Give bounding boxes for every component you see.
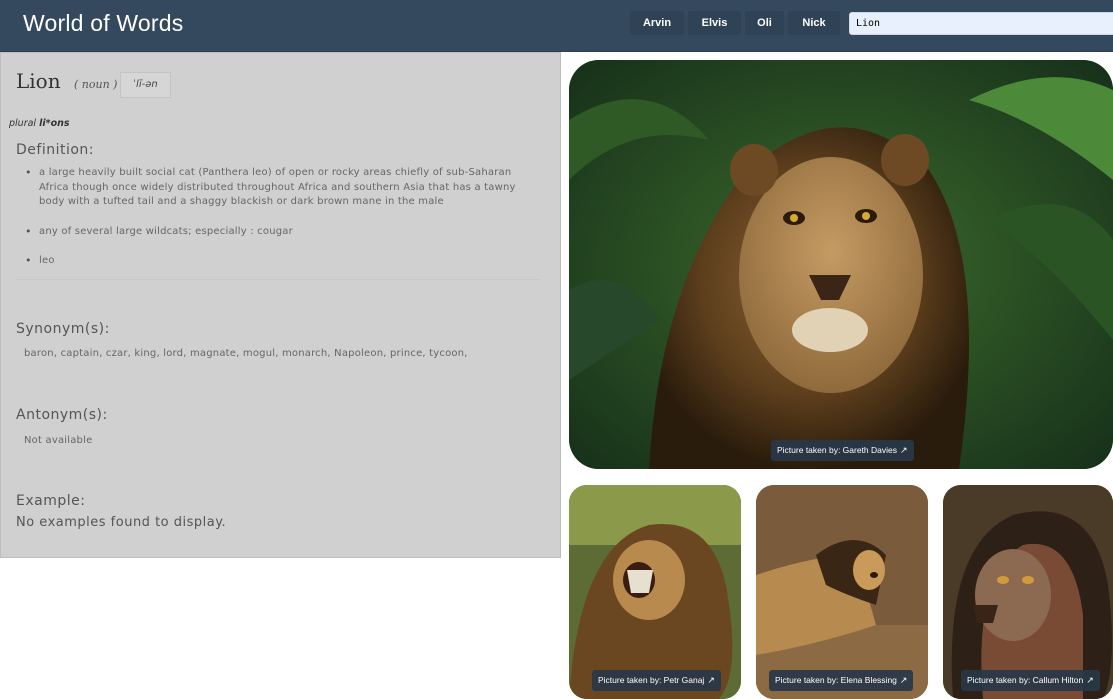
thumb-credit-3[interactable]: Picture taken by: Callum Hilton ↗ [961,670,1100,691]
external-link-icon: ↗ [899,675,908,685]
definition-item: leo [23,254,543,269]
external-link-icon: ↗ [1086,675,1094,685]
plural-word: li*ons [39,118,70,129]
definition-heading: Definition: [16,142,95,158]
external-link-icon: ↗ [900,445,908,455]
standing-lion-image [756,485,928,699]
main-photo-credit-label: Picture taken by: Gareth Davies [777,445,898,455]
thumb-credit-label-1: Picture taken by: Petr Ganaj [598,675,705,685]
lion-thumbnail-2[interactable]: Picture taken by: Elena Blessing ↗ [756,485,928,699]
thumb-credit-label-3: Picture taken by: Callum Hilton [967,675,1084,685]
main-lion-photo: Picture taken by: Gareth Davies ↗ [569,60,1113,469]
antonyms-list: Not available [24,435,93,446]
antonyms-heading: Antonym(s): [16,407,108,423]
roaring-lion-image [569,485,741,699]
thumb-credit-label-2: Picture taken by: Elena Blessing [775,675,897,685]
definition-list: a large heavily built social cat (Panthe… [23,166,543,284]
section-divider [16,279,541,280]
search-input[interactable] [849,12,1113,35]
pronunciation-button[interactable]: ˈlī-ən [120,72,171,98]
nav-link-elvis[interactable]: Elvis [688,11,741,35]
main-lion-image [569,60,1113,469]
main-photo-credit[interactable]: Picture taken by: Gareth Davies ↗ [771,440,914,461]
thumb-credit-1[interactable]: Picture taken by: Petr Ganaj ↗ [592,670,721,691]
lion-thumbnail-3[interactable]: Picture taken by: Callum Hilton ↗ [943,485,1113,699]
word-title: Lion [16,69,61,93]
lion-thumbnail-1[interactable]: Picture taken by: Petr Ganaj ↗ [569,485,741,699]
external-link-icon: ↗ [707,675,715,685]
synonyms-list: baron, captain, czar, king, lord, magnat… [24,348,468,359]
resting-lion-image [943,485,1113,699]
plural-form: plural li*ons [9,118,70,129]
brand-title[interactable]: World of Words [23,10,183,37]
definition-item: a large heavily built social cat (Panthe… [23,166,543,210]
synonyms-heading: Synonym(s): [16,321,110,337]
nav-link-nick[interactable]: Nick [788,11,840,35]
example-heading: Example: [16,493,86,509]
definition-item: any of several large wildcats; especiall… [23,225,543,240]
nav-link-arvin[interactable]: Arvin [630,11,684,35]
top-navbar: World of Words Arvin Elvis Oli Nick [0,0,1113,52]
plural-prefix: plural [9,118,37,129]
example-text: No examples found to display. [16,515,227,530]
nav-link-oli[interactable]: Oli [745,11,784,35]
thumb-credit-2[interactable]: Picture taken by: Elena Blessing ↗ [769,670,914,691]
part-of-speech: ( noun ) [74,78,118,91]
definition-panel: Lion ( noun ) ˈlī-ən plural li*ons Defin… [0,52,561,558]
